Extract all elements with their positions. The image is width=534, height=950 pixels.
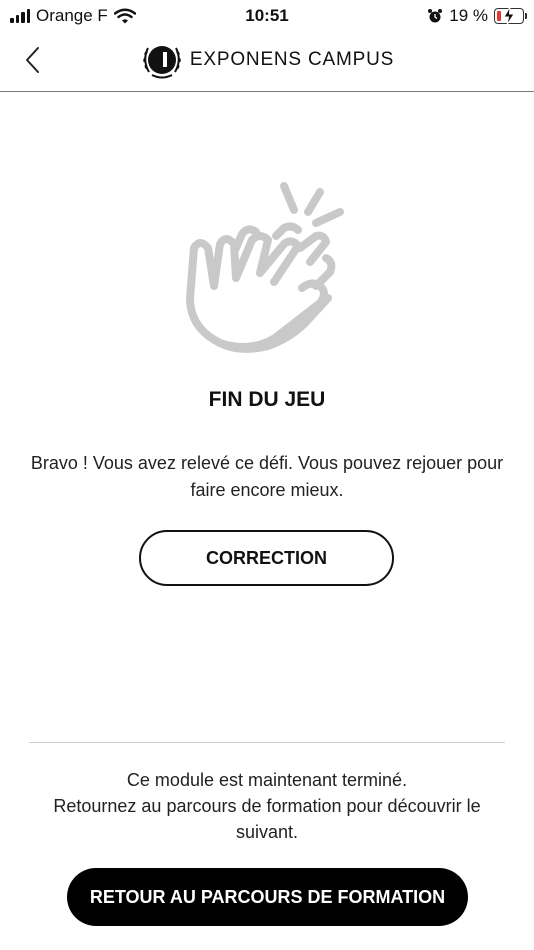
completion-line-2: Retournez au parcours de formation pour … (53, 796, 481, 842)
return-button-label: RETOUR AU PARCOURS DE FORMATION (89, 886, 446, 907)
divider (29, 742, 505, 743)
header-bar: EXPONENS CAMPUS (0, 32, 534, 92)
status-bar: Orange F 10:51 19 % (0, 0, 534, 32)
battery-percent: 19 % (449, 6, 488, 25)
correction-button-label: CORRECTION (206, 547, 327, 568)
status-right: 19 % (427, 6, 527, 26)
brand: EXPONENS CAMPUS (0, 40, 534, 80)
clapping-hands-icon (186, 182, 344, 353)
correction-button[interactable]: CORRECTION (139, 530, 394, 586)
completion-line-1: Ce module est maintenant terminé. (126, 770, 408, 790)
completion-message: Ce module est maintenant terminé. Retour… (20, 767, 514, 845)
page-title: FIN DU JEU (208, 388, 326, 411)
result-message: Bravo ! Vous avez relevé ce défi. Vous p… (30, 453, 504, 500)
alarm-icon (428, 9, 443, 23)
return-to-training-button[interactable]: RETOUR AU PARCOURS DE FORMATION (67, 868, 468, 926)
battery-charging-icon (494, 7, 527, 25)
brand-name: EXPONENS CAMPUS (189, 49, 395, 70)
laurel-logo-icon (143, 46, 181, 79)
